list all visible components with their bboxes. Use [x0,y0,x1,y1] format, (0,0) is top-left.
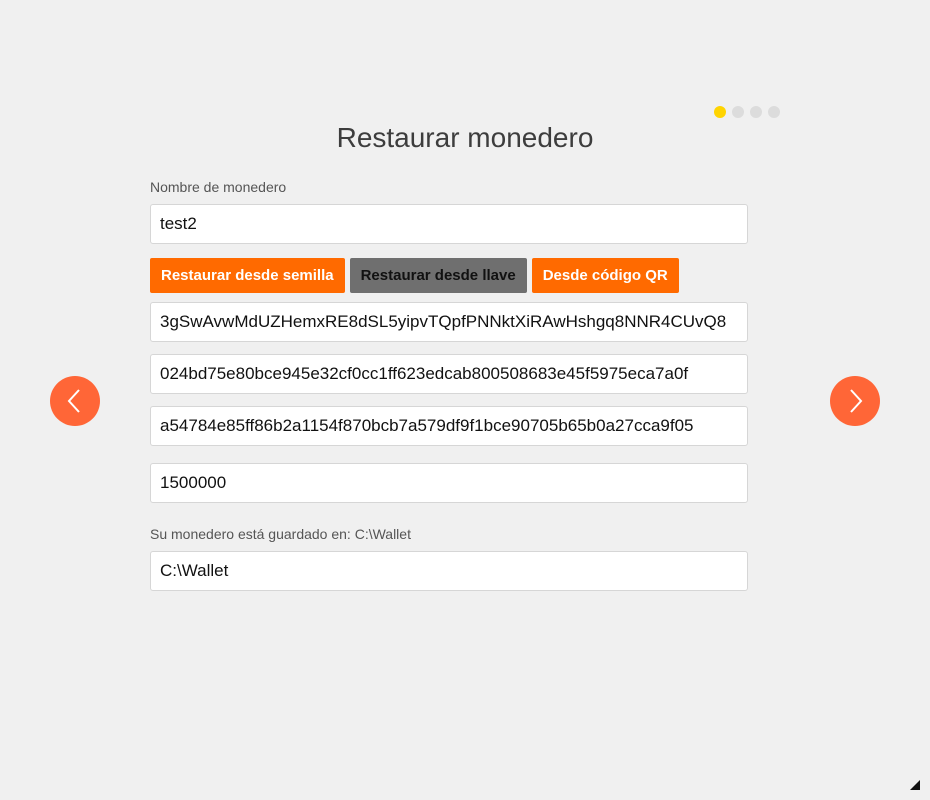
address-input[interactable]: 3gSwAvwMdUZHemxRE8dSL5yipvTQpfPNNktXiRAw… [150,302,748,342]
progress-indicator [714,106,780,118]
resize-grip-icon[interactable] [910,780,920,790]
restore-from-qr-button[interactable]: Desde código QR [531,258,679,293]
restore-wallet-page: Restaurar monedero Nombre de monedero Re… [0,0,930,800]
restore-height-input[interactable] [150,463,748,503]
restore-from-key-button[interactable]: Restaurar desde llave [349,258,527,293]
wallet-name-label: Nombre de monedero [150,179,287,195]
wallet-location-label: Su monedero está guardado en: C:\Wallet [150,526,411,542]
previous-step-button[interactable] [50,376,100,426]
next-step-button[interactable] [830,376,880,426]
chevron-right-icon [850,389,863,413]
restore-from-seed-button[interactable]: Restaurar desde semilla [150,258,345,293]
progress-dot-step-1 [714,106,726,118]
address-value: 3gSwAvwMdUZHemxRE8dSL5yipvTQpfPNNktXiRAw… [160,312,727,331]
progress-dot-step-2 [732,106,744,118]
progress-dot-step-3 [750,106,762,118]
chevron-left-icon [67,389,80,413]
spend-key-input[interactable] [150,406,748,446]
wallet-location-input[interactable] [150,551,748,591]
progress-dot-step-4 [768,106,780,118]
view-key-input[interactable] [150,354,748,394]
wallet-name-input[interactable] [150,204,748,244]
page-title: Restaurar monedero [336,122,594,153]
restore-options: Restaurar desde semilla Restaurar desde … [150,258,679,293]
